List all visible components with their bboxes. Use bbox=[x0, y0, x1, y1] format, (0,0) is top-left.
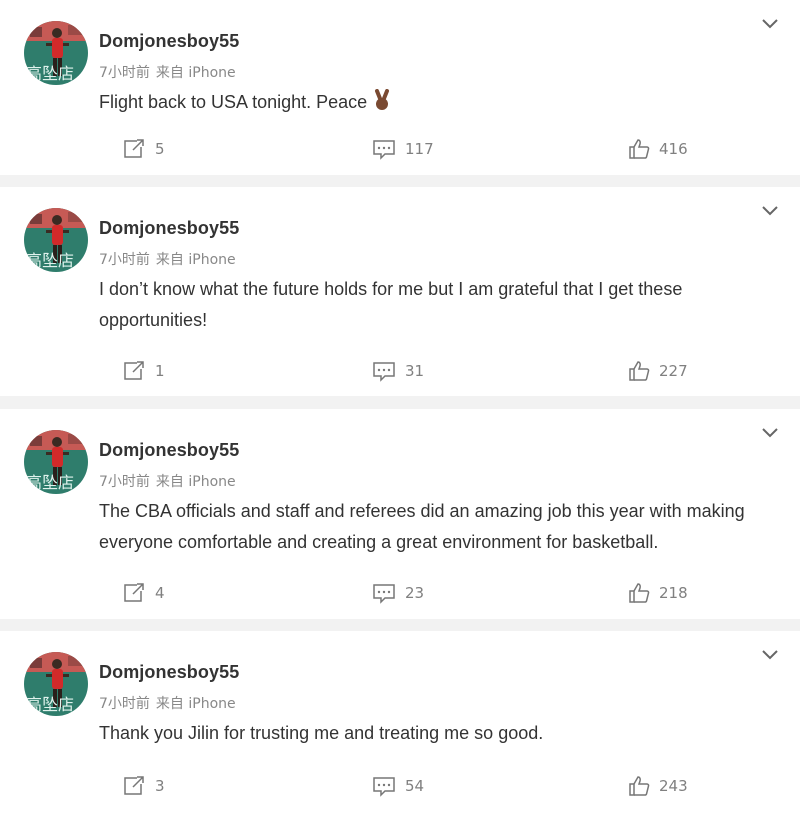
post-source: 来自 iPhone bbox=[155, 252, 236, 268]
post-time[interactable]: 7小时前 bbox=[99, 65, 150, 81]
post-actions: 5 117 416 bbox=[0, 134, 800, 164]
avatar-caption: 高坠店 bbox=[26, 473, 74, 492]
repost-count: 4 bbox=[155, 584, 165, 602]
post-time[interactable]: 7小时前 bbox=[99, 474, 150, 490]
post-text: Thank you Jilin for trusting me and trea… bbox=[99, 718, 779, 749]
username[interactable]: Domjonesboy55 bbox=[99, 662, 239, 683]
avatar-caption: 高坠店 bbox=[26, 251, 74, 270]
like-count: 416 bbox=[659, 140, 688, 158]
post-actions: 4 23 218 bbox=[0, 578, 800, 608]
repost-icon bbox=[124, 583, 144, 602]
post-meta: 7小时前 来自 iPhone bbox=[99, 62, 236, 82]
avatar-caption: 高坠店 bbox=[26, 695, 74, 714]
post-time[interactable]: 7小时前 bbox=[99, 252, 150, 268]
avatar-image: 高坠店 bbox=[24, 208, 88, 272]
repost-count: 5 bbox=[155, 140, 165, 158]
thumbs-up-icon bbox=[629, 139, 650, 159]
post-text-content: Thank you Jilin for trusting me and trea… bbox=[99, 723, 544, 743]
avatar[interactable]: 高坠店 bbox=[24, 430, 88, 494]
post-meta: 7小时前 来自 iPhone bbox=[99, 471, 236, 491]
post-meta: 7小时前 来自 iPhone bbox=[99, 693, 236, 713]
post-card: 高坠店 Domjonesboy55 7小时前 来自 iPhone The CBA … bbox=[0, 409, 800, 619]
repost-icon bbox=[124, 776, 144, 795]
repost-button[interactable]: 5 bbox=[122, 134, 165, 164]
comment-icon bbox=[373, 777, 395, 797]
like-button[interactable]: 218 bbox=[628, 578, 688, 608]
repost-button[interactable]: 3 bbox=[122, 771, 165, 801]
like-count: 218 bbox=[659, 584, 688, 602]
thumbs-up-icon bbox=[629, 361, 650, 381]
post-time[interactable]: 7小时前 bbox=[99, 696, 150, 712]
weibo-feed: 高坠店 Domjonesboy55 7小时前 来自 iPhone Flight b… bbox=[0, 0, 800, 816]
like-button[interactable]: 227 bbox=[628, 356, 688, 386]
repost-button[interactable]: 4 bbox=[122, 578, 165, 608]
post-source: 来自 iPhone bbox=[155, 65, 236, 81]
victory-hand-icon bbox=[373, 89, 391, 121]
post-actions: 1 31 227 bbox=[0, 356, 800, 386]
comment-button[interactable]: 54 bbox=[372, 771, 424, 801]
thumbs-up-icon bbox=[629, 583, 650, 603]
chevron-down-icon[interactable] bbox=[760, 203, 780, 219]
post-card: 高坠店 Domjonesboy55 7小时前 来自 iPhone Thank yo… bbox=[0, 631, 800, 816]
username[interactable]: Domjonesboy55 bbox=[99, 440, 239, 461]
post-actions: 3 54 243 bbox=[0, 771, 800, 801]
comment-icon bbox=[373, 362, 395, 382]
post-card: 高坠店 Domjonesboy55 7小时前 来自 iPhone I don’t … bbox=[0, 187, 800, 396]
comment-count: 117 bbox=[405, 140, 434, 158]
post-text: The CBA officials and staff and referees… bbox=[99, 496, 779, 558]
post-text-content: Flight back to USA tonight. Peace bbox=[99, 92, 368, 112]
post-meta: 7小时前 来自 iPhone bbox=[99, 249, 236, 269]
post-text: I don’t know what the future holds for m… bbox=[99, 274, 779, 336]
avatar[interactable]: 高坠店 bbox=[24, 652, 88, 716]
like-button[interactable]: 416 bbox=[628, 134, 688, 164]
repost-count: 3 bbox=[155, 777, 165, 795]
post-text-content: I don’t know what the future holds for m… bbox=[99, 279, 683, 330]
repost-icon bbox=[124, 139, 144, 158]
comment-count: 31 bbox=[405, 362, 425, 380]
avatar-image: 高坠店 bbox=[24, 652, 88, 716]
comment-button[interactable]: 117 bbox=[372, 134, 434, 164]
chevron-down-icon[interactable] bbox=[760, 425, 780, 441]
comment-icon bbox=[373, 584, 395, 604]
comment-count: 23 bbox=[405, 584, 425, 602]
avatar[interactable]: 高坠店 bbox=[24, 21, 88, 85]
avatar[interactable]: 高坠店 bbox=[24, 208, 88, 272]
post-source: 来自 iPhone bbox=[155, 474, 236, 490]
post-text: Flight back to USA tonight. Peace bbox=[99, 87, 779, 121]
chevron-down-icon[interactable] bbox=[760, 16, 780, 32]
username[interactable]: Domjonesboy55 bbox=[99, 218, 239, 239]
avatar-caption: 高坠店 bbox=[26, 64, 74, 83]
chevron-down-icon[interactable] bbox=[760, 647, 780, 663]
post-source: 来自 iPhone bbox=[155, 696, 236, 712]
repost-icon bbox=[124, 361, 144, 380]
comment-count: 54 bbox=[405, 777, 425, 795]
like-button[interactable]: 243 bbox=[628, 771, 688, 801]
repost-count: 1 bbox=[155, 362, 165, 380]
comment-icon bbox=[373, 140, 395, 160]
repost-button[interactable]: 1 bbox=[122, 356, 165, 386]
comment-button[interactable]: 23 bbox=[372, 578, 424, 608]
post-card: 高坠店 Domjonesboy55 7小时前 来自 iPhone Flight b… bbox=[0, 0, 800, 175]
username[interactable]: Domjonesboy55 bbox=[99, 31, 239, 52]
like-count: 227 bbox=[659, 362, 688, 380]
like-count: 243 bbox=[659, 777, 688, 795]
comment-button[interactable]: 31 bbox=[372, 356, 424, 386]
avatar-image: 高坠店 bbox=[24, 21, 88, 85]
thumbs-up-icon bbox=[629, 776, 650, 796]
avatar-image: 高坠店 bbox=[24, 430, 88, 494]
post-text-content: The CBA officials and staff and referees… bbox=[99, 501, 745, 552]
